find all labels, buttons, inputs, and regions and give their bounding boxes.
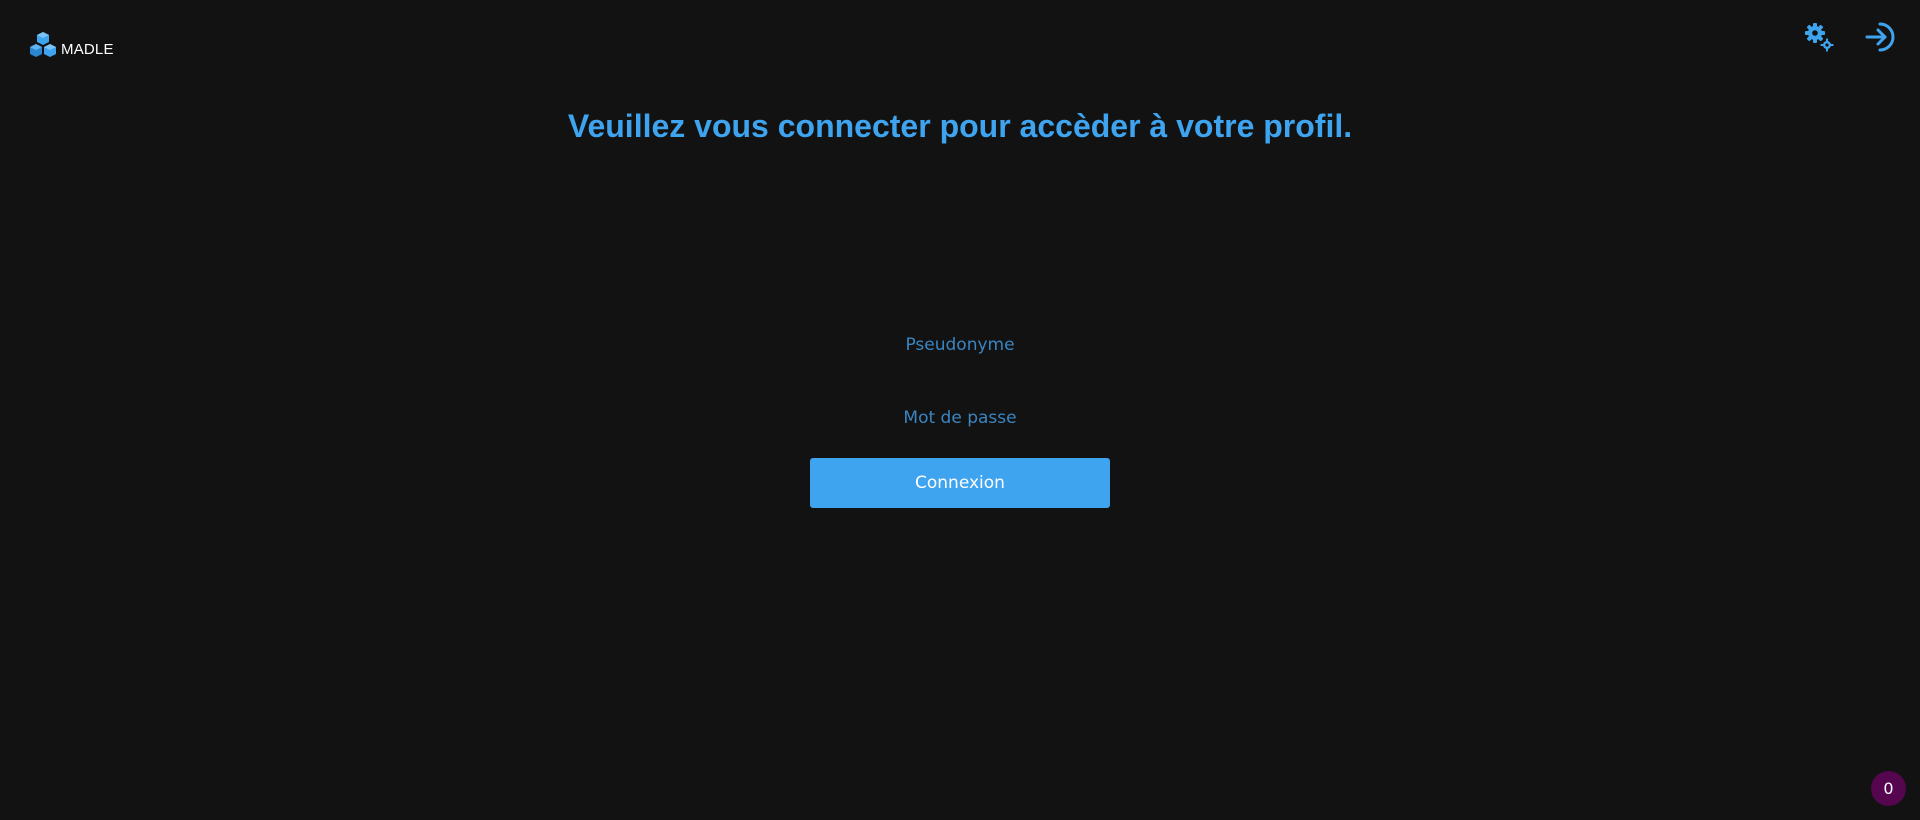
settings-button[interactable] — [1802, 20, 1836, 54]
connexion-button[interactable]: Connexion — [810, 458, 1110, 508]
login-button[interactable] — [1864, 20, 1898, 54]
password-input[interactable] — [810, 393, 1110, 443]
header-actions — [1802, 20, 1898, 54]
login-page: MADLE Veuillez vous connecter pour accèd… — [0, 0, 1920, 820]
login-form: Connexion — [810, 320, 1110, 508]
sign-in-icon — [1865, 22, 1895, 52]
gears-icon — [1805, 23, 1834, 52]
logo-text: MADLE — [61, 40, 114, 58]
app-logo[interactable]: MADLE — [29, 30, 114, 60]
notification-badge[interactable]: 0 — [1871, 771, 1906, 806]
cubes-logo-icon — [30, 32, 56, 57]
username-input[interactable] — [810, 320, 1110, 370]
page-title: Veuillez vous connecter pour accèder à v… — [567, 108, 1353, 144]
